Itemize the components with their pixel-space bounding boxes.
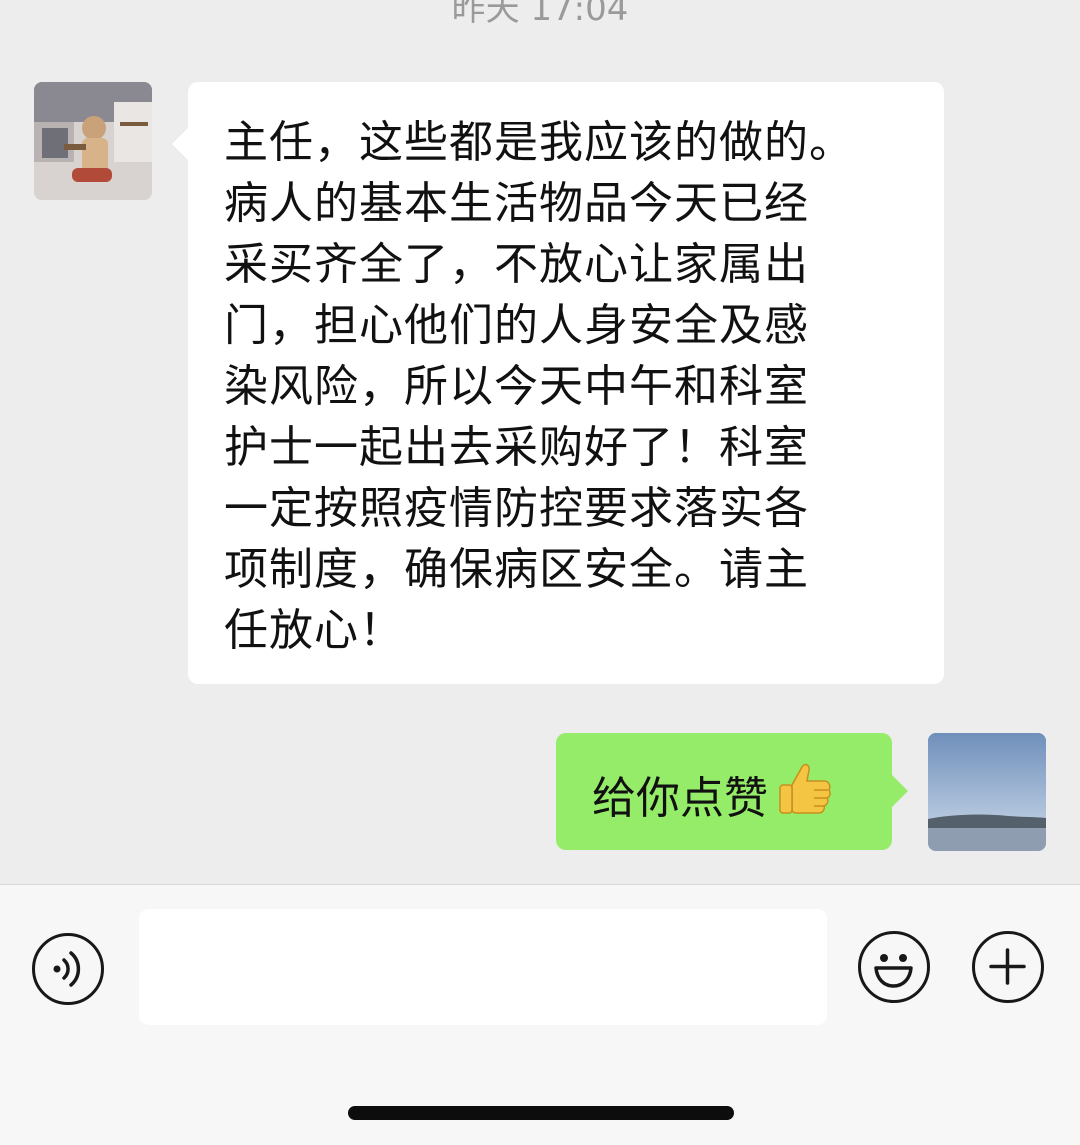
emoji-icon (874, 954, 913, 988)
message-timestamp: 昨天 17:04 (451, 0, 629, 29)
contact-avatar-image (34, 82, 152, 200)
thumbs-up-icon (779, 763, 831, 814)
incoming-message-bubble[interactable]: 主任，这些都是我应该的做的。 病人的基本生活物品今天已经 采买齐全了，不放心让家… (172, 82, 944, 684)
outgoing-message-bubble[interactable]: 给你点赞 (556, 733, 908, 850)
plus-icon (989, 948, 1026, 985)
emoji-button[interactable] (858, 931, 930, 1003)
message-input[interactable] (139, 909, 827, 1025)
user-avatar-image (928, 733, 1046, 851)
home-indicator[interactable] (348, 1106, 734, 1120)
incoming-message-text: 主任，这些都是我应该的做的。 病人的基本生活物品今天已经 采买齐全了，不放心让家… (224, 117, 854, 656)
voice-icon (53, 951, 81, 987)
user-avatar[interactable] (928, 733, 1046, 851)
voice-button[interactable] (32, 933, 104, 1005)
more-button[interactable] (972, 931, 1044, 1003)
contact-avatar[interactable] (34, 82, 152, 200)
outgoing-message-content: 给你点赞 (592, 759, 834, 831)
outgoing-message-text: 给你点赞 (592, 773, 768, 824)
